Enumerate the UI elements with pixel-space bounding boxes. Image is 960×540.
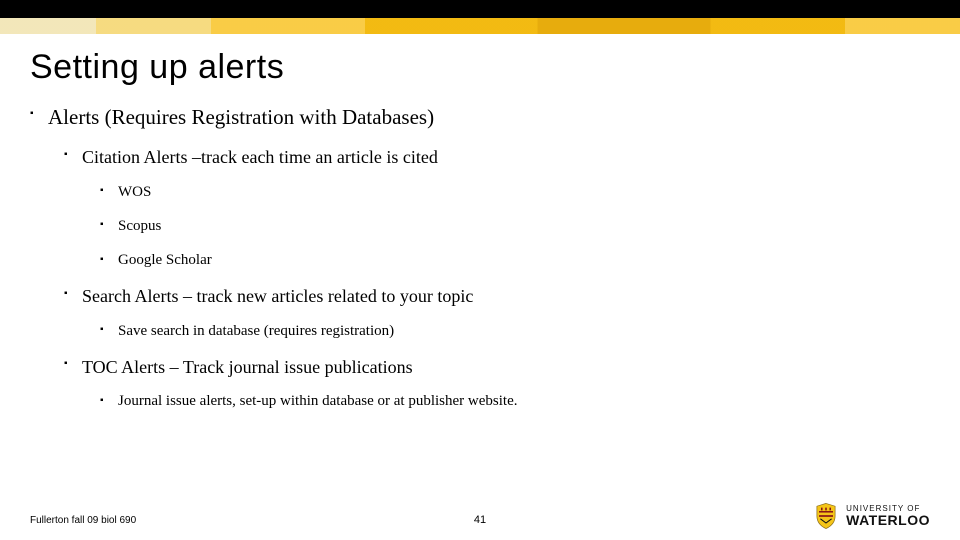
bullet-l2c: TOC Alerts – Track journal issue publica…	[82, 355, 930, 412]
top-bar-gold	[0, 18, 960, 34]
bullet-l3c1: Journal issue alerts, set-up within data…	[118, 391, 930, 411]
bullet-l2b: Search Alerts – track new articles relat…	[82, 284, 930, 341]
slide: Setting up alerts Alerts (Requires Regis…	[0, 0, 960, 540]
bullet-l2a: Citation Alerts –track each time an arti…	[82, 145, 930, 270]
top-bar-black	[0, 0, 960, 18]
bullet-l1-text: Alerts (Requires Registration with Datab…	[48, 105, 434, 129]
bullet-l2b-text: Search Alerts – track new articles relat…	[82, 286, 473, 306]
logo-bottom: WATERLOO	[846, 513, 930, 527]
bullet-l2c-text: TOC Alerts – Track journal issue publica…	[82, 357, 413, 377]
bullet-l1: Alerts (Requires Registration with Datab…	[48, 104, 930, 411]
logo-text: UNIVERSITY OF WATERLOO	[846, 505, 930, 527]
bullet-l3a2-text: Scopus	[118, 218, 161, 234]
page-number: 41	[474, 514, 486, 526]
bullet-l3b1-text: Save search in database (requires regist…	[118, 323, 394, 339]
footer: Fullerton fall 09 biol 690 41 UNIVERSITY…	[30, 498, 930, 526]
university-logo: UNIVERSITY OF WATERLOO	[812, 502, 930, 530]
bullet-l3a3: Google Scholar	[118, 250, 930, 270]
crest-icon	[812, 502, 840, 530]
bullet-l3c1-text: Journal issue alerts, set-up within data…	[118, 393, 518, 409]
slide-title: Setting up alerts	[30, 48, 284, 87]
slide-content: Alerts (Requires Registration with Datab…	[30, 104, 930, 427]
bullet-l3a1-text: WOS	[118, 184, 151, 200]
footer-left: Fullerton fall 09 biol 690	[30, 515, 136, 526]
bullet-l3a1: WOS	[118, 182, 930, 202]
bullet-l3a3-text: Google Scholar	[118, 252, 212, 268]
bullet-l3a2: Scopus	[118, 216, 930, 236]
bullet-l2a-text: Citation Alerts –track each time an arti…	[82, 147, 438, 167]
bullet-l3b1: Save search in database (requires regist…	[118, 321, 930, 341]
